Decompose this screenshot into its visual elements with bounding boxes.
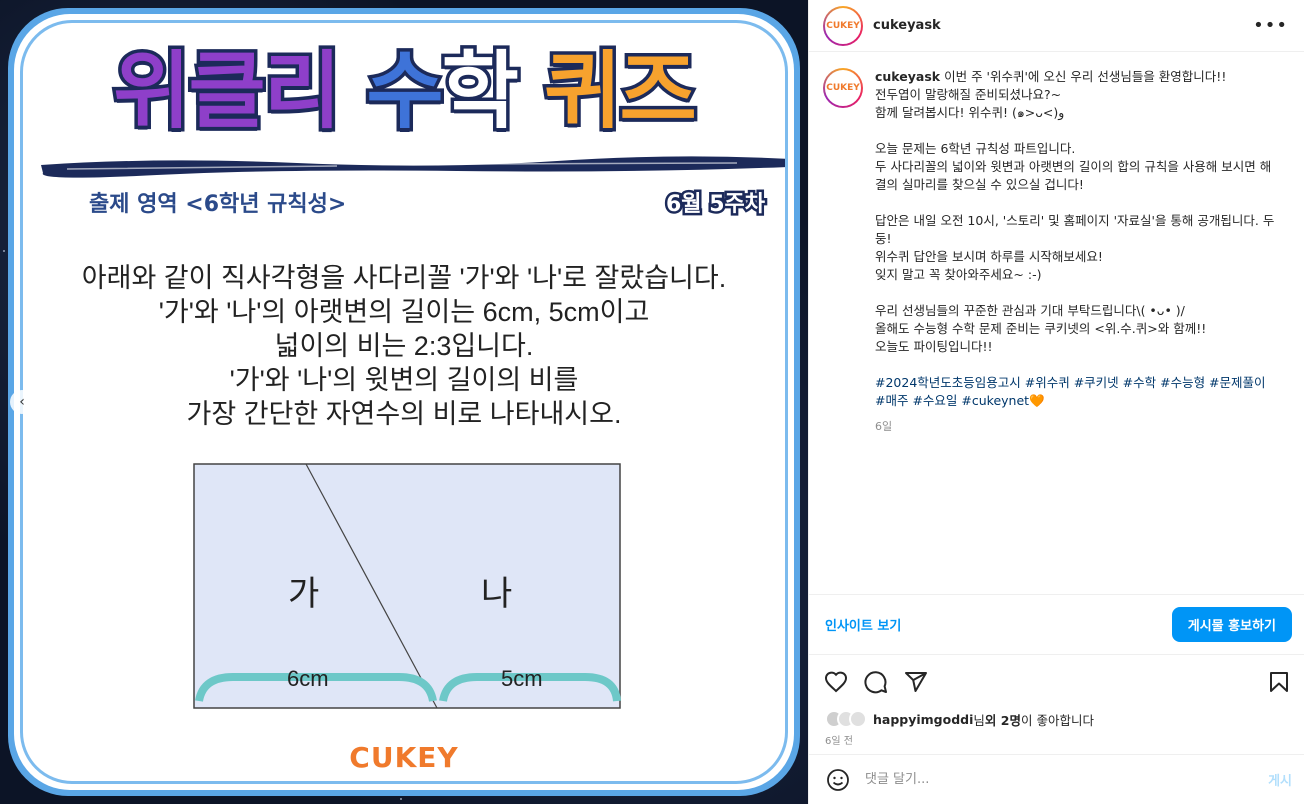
week-label: 6월 5주차 xyxy=(664,190,768,220)
post-view: 위클리 수학 퀴즈 출제 영역 <6학년 규칙성> 6월 5주차 아래와 같이 … xyxy=(0,0,1304,804)
length-6cm: 6cm xyxy=(287,666,329,691)
likes-summary: happyimgoddi 님 외 2명 이 좋아합니다 xyxy=(809,708,1304,730)
likes-count[interactable]: 외 2명 xyxy=(985,710,1021,729)
question-text: 아래와 같이 직사각형을 사다리꼴 '가'와 '나'로 잘랐습니다. '가'와 … xyxy=(81,263,727,429)
label-ga: 가 xyxy=(288,575,319,613)
caption-text: cukeyask 이번 주 '위수퀴'에 오신 우리 선생님들을 환영합니다!!… xyxy=(875,68,1275,594)
brush-stroke xyxy=(41,156,785,178)
caption-area: CUKEY cukeyask 이번 주 '위수퀴'에 오신 우리 선생님들을 환… xyxy=(809,52,1304,594)
bookmark-icon[interactable] xyxy=(1266,669,1292,695)
more-options-icon[interactable]: ••• xyxy=(1253,15,1288,36)
comment-input[interactable] xyxy=(865,772,1269,787)
post-date: 6일 전 xyxy=(825,736,853,747)
comment-bar: 게시 xyxy=(809,754,1304,804)
label-na: 나 xyxy=(481,575,512,613)
post-side-panel: CUKEY cukeyask ••• CUKEY cukeyask 이번 주 '… xyxy=(808,0,1304,804)
insight-bar: 인사이트 보기 게시물 홍보하기 xyxy=(809,594,1304,654)
comment-icon[interactable] xyxy=(863,669,889,695)
promote-post-button[interactable]: 게시물 홍보하기 xyxy=(1171,607,1292,642)
post-media[interactable]: 위클리 수학 퀴즈 출제 영역 <6학년 규칙성> 6월 5주차 아래와 같이 … xyxy=(0,0,808,804)
avatar[interactable]: CUKEY xyxy=(823,5,863,46)
cukey-logo: CUKEY xyxy=(349,741,459,774)
caption-time: 6일 xyxy=(875,420,893,433)
post-comment-button[interactable]: 게시 xyxy=(1268,770,1292,789)
trapezoid-diagram: 가 나 6cm 5cm xyxy=(193,463,621,709)
send-icon[interactable] xyxy=(903,669,929,695)
quiz-title: 위클리 수학 퀴즈 xyxy=(110,42,700,140)
post-header: CUKEY cukeyask ••• xyxy=(809,0,1304,52)
quiz-card: 위클리 수학 퀴즈 출제 영역 <6학년 규칙성> 6월 5주차 아래와 같이 … xyxy=(20,20,788,784)
quiz-card-frame: 위클리 수학 퀴즈 출제 영역 <6학년 규칙성> 6월 5주차 아래와 같이 … xyxy=(8,8,800,796)
carousel-prev-icon[interactable]: ‹ xyxy=(10,390,34,414)
hashtags[interactable]: #2024학년도초등임용고시 #위수퀴 #쿠키넷 #수학 #수능형 #문제풀이 … xyxy=(875,374,1275,410)
caption-username[interactable]: cukeyask xyxy=(875,69,940,84)
liker-username[interactable]: happyimgoddi xyxy=(873,712,973,727)
header-username[interactable]: cukeyask xyxy=(873,18,941,33)
view-insights-link[interactable]: 인사이트 보기 xyxy=(825,615,901,634)
action-bar xyxy=(809,654,1304,708)
caption-avatar[interactable]: CUKEY xyxy=(823,68,863,108)
emoji-icon[interactable] xyxy=(825,767,851,793)
liker-avatars xyxy=(825,710,867,728)
topic-label: 출제 영역 <6학년 규칙성> xyxy=(89,192,347,217)
heart-icon[interactable] xyxy=(823,669,849,695)
length-5cm: 5cm xyxy=(501,666,543,691)
